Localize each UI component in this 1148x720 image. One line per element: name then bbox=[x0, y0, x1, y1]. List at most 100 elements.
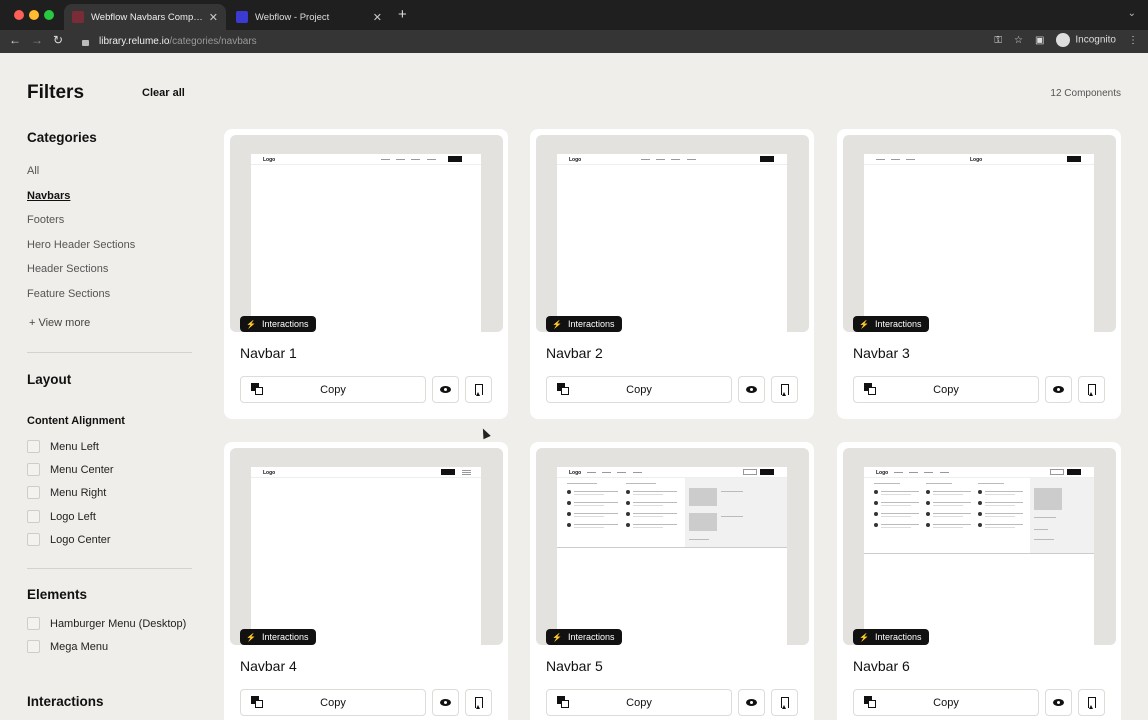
card-title: Navbar 6 bbox=[853, 658, 910, 674]
mock-link bbox=[656, 159, 665, 160]
incognito-icon bbox=[1056, 33, 1071, 47]
navbar-mockup: Logo bbox=[864, 467, 1094, 645]
preview-button[interactable] bbox=[432, 689, 459, 716]
component-preview[interactable]: Logo ⚡ Interactions bbox=[536, 135, 809, 332]
copy-icon bbox=[864, 383, 876, 395]
bookmark-button[interactable] bbox=[1078, 689, 1105, 716]
bookmark-button[interactable] bbox=[465, 376, 492, 403]
filter-logo-center[interactable]: Logo Center bbox=[27, 533, 111, 546]
hamburger-icon bbox=[462, 472, 471, 473]
filter-logo-left[interactable]: Logo Left bbox=[27, 510, 96, 523]
filter-menu-left[interactable]: Menu Left bbox=[27, 440, 99, 453]
copy-button[interactable]: Copy bbox=[240, 689, 426, 716]
mock-mega-menu bbox=[864, 478, 1094, 554]
navbar-mockup: Logo bbox=[251, 154, 481, 332]
bookmark-button[interactable] bbox=[465, 689, 492, 716]
close-tab-icon[interactable]: ✕ bbox=[373, 11, 382, 24]
checkbox[interactable] bbox=[27, 617, 40, 630]
component-card: Logo ⚡ Interactions Navbar 2 Copy bbox=[530, 129, 814, 419]
more-menu-icon[interactable]: ⋮ bbox=[1128, 35, 1138, 46]
category-footers[interactable]: Footers bbox=[27, 214, 64, 226]
component-preview[interactable]: Logo ⚡ Interactions bbox=[843, 448, 1116, 645]
mock-mega-menu bbox=[557, 478, 787, 548]
preview-button[interactable] bbox=[738, 689, 765, 716]
filter-mega-menu[interactable]: Mega Menu bbox=[27, 640, 108, 653]
reload-icon[interactable]: ↻ bbox=[53, 33, 63, 47]
mock-logo: Logo bbox=[876, 470, 889, 476]
star-icon[interactable]: ☆ bbox=[1014, 35, 1023, 46]
preview-button[interactable] bbox=[1045, 376, 1072, 403]
checkbox[interactable] bbox=[27, 440, 40, 453]
browser-tab-navbars[interactable]: Webflow Navbars Components ✕ bbox=[64, 4, 226, 30]
component-card: Logo ⚡ Interactions Navbar 1 Copy bbox=[224, 129, 508, 419]
mock-navbar: Logo bbox=[864, 467, 1094, 478]
content-alignment-title: Content Alignment bbox=[27, 415, 125, 427]
copy-button[interactable]: Copy bbox=[853, 689, 1039, 716]
checkbox[interactable] bbox=[27, 463, 40, 476]
browser-toolbar: ← → ↻ library.relume.io/categories/navba… bbox=[0, 30, 1148, 53]
mock-logo: Logo bbox=[569, 157, 582, 163]
preview-button[interactable] bbox=[432, 376, 459, 403]
mock-button bbox=[760, 469, 774, 475]
incognito-profile[interactable]: Incognito bbox=[1056, 33, 1116, 47]
key-icon[interactable]: ⚿ bbox=[994, 35, 1002, 46]
maximize-window-button[interactable] bbox=[44, 10, 54, 20]
component-card: Logo ⚡ Interactions Navbar 3 Copy bbox=[837, 129, 1121, 419]
category-navbars[interactable]: Navbars bbox=[27, 190, 70, 202]
preview-button[interactable] bbox=[1045, 689, 1072, 716]
copy-button[interactable]: Copy bbox=[546, 689, 732, 716]
filter-menu-center[interactable]: Menu Center bbox=[27, 463, 114, 476]
component-preview[interactable]: Logo ⚡ Interactions bbox=[230, 135, 503, 332]
bookmark-button[interactable] bbox=[771, 376, 798, 403]
mock-link bbox=[906, 159, 915, 160]
toolbar-icons: ⚿ ☆ ▣ Incognito ⋮ bbox=[994, 33, 1138, 47]
mock-link bbox=[687, 159, 696, 160]
component-preview[interactable]: Logo ⚡ Interactions bbox=[843, 135, 1116, 332]
profile-label: Incognito bbox=[1075, 34, 1116, 46]
bookmark-button[interactable] bbox=[771, 689, 798, 716]
mock-button bbox=[1067, 156, 1081, 162]
page: Filters Clear all Categories All Navbars… bbox=[0, 53, 1148, 720]
browser-tab-webflow[interactable]: Webflow - Project ✕ bbox=[228, 4, 390, 30]
sidebar-panel-icon[interactable]: ▣ bbox=[1035, 35, 1044, 46]
card-title: Navbar 5 bbox=[546, 658, 603, 674]
lightning-icon: ⚡ bbox=[552, 319, 562, 329]
eye-icon bbox=[746, 386, 757, 393]
checkbox[interactable] bbox=[27, 510, 40, 523]
component-preview[interactable]: Logo ⚡ Interactions bbox=[230, 448, 503, 645]
back-arrow-icon[interactable]: ← bbox=[9, 33, 21, 47]
filter-menu-right[interactable]: Menu Right bbox=[27, 486, 106, 499]
close-window-button[interactable] bbox=[14, 10, 24, 20]
forward-arrow-icon[interactable]: → bbox=[31, 33, 43, 47]
close-tab-icon[interactable]: ✕ bbox=[209, 11, 218, 24]
checkbox[interactable] bbox=[27, 486, 40, 499]
categories-title: Categories bbox=[27, 130, 97, 145]
category-hero-header-sections[interactable]: Hero Header Sections bbox=[27, 239, 135, 251]
minimize-window-button[interactable] bbox=[29, 10, 39, 20]
category-feature-sections[interactable]: Feature Sections bbox=[27, 288, 110, 300]
filter-label: Logo Center bbox=[50, 533, 111, 546]
filter-hamburger-menu-desktop[interactable]: Hamburger Menu (Desktop) bbox=[27, 617, 186, 630]
address-bar[interactable]: library.relume.io/categories/navbars bbox=[72, 32, 972, 51]
tab-search-chevron-icon[interactable]: ⌄ bbox=[1128, 8, 1136, 19]
component-preview[interactable]: Logo ⚡ Interactions bbox=[536, 448, 809, 645]
category-header-sections[interactable]: Header Sections bbox=[27, 263, 108, 275]
bookmark-button[interactable] bbox=[1078, 376, 1105, 403]
eye-icon bbox=[440, 699, 451, 706]
copy-label: Copy bbox=[320, 383, 346, 396]
hamburger-icon bbox=[462, 474, 471, 475]
preview-button[interactable] bbox=[738, 376, 765, 403]
category-all[interactable]: All bbox=[27, 165, 39, 177]
copy-button[interactable]: Copy bbox=[240, 376, 426, 403]
copy-button[interactable]: Copy bbox=[546, 376, 732, 403]
mock-button bbox=[760, 156, 774, 162]
checkbox[interactable] bbox=[27, 640, 40, 653]
eye-icon bbox=[746, 699, 757, 706]
copy-button[interactable]: Copy bbox=[853, 376, 1039, 403]
clear-all-button[interactable]: Clear all bbox=[142, 87, 185, 99]
view-more-button[interactable]: + View more bbox=[29, 317, 90, 329]
mock-navbar: Logo bbox=[557, 154, 787, 165]
component-card: Logo bbox=[530, 442, 814, 720]
new-tab-icon[interactable]: + bbox=[398, 7, 407, 22]
checkbox[interactable] bbox=[27, 533, 40, 546]
